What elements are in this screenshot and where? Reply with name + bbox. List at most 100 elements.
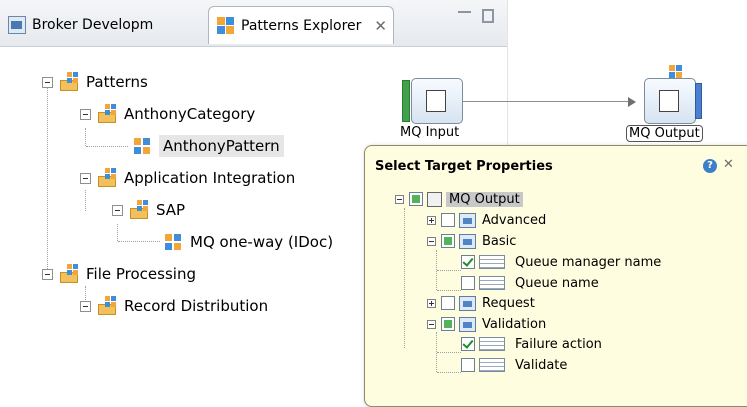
pattern-icon: [134, 137, 151, 155]
collapse-icon[interactable]: [427, 319, 436, 329]
property-validate[interactable]: Validate: [461, 355, 567, 375]
property-group-icon: [459, 233, 476, 249]
pattern-folder-icon: [130, 200, 150, 220]
tree-line: [85, 128, 86, 146]
mq-output-terminal-bar: [695, 83, 702, 119]
tab-patterns-explorer-label: Patterns Explorer: [241, 17, 362, 34]
tab-broker-development-label: Broker Developm: [32, 17, 154, 33]
tree-line: [437, 290, 461, 291]
property-advanced[interactable]: Advanced: [427, 210, 546, 230]
tree-item-patterns[interactable]: Patterns: [42, 70, 148, 94]
tree-item-sap[interactable]: SAP: [112, 198, 185, 222]
tree-line: [85, 190, 86, 211]
collapse-icon[interactable]: [427, 236, 436, 246]
help-icon[interactable]: ?: [703, 159, 717, 173]
property-label: Queue name: [515, 275, 599, 291]
property-checkbox[interactable]: [441, 296, 455, 310]
pattern-folder-icon: [98, 168, 118, 188]
mq-node-icon: [427, 191, 442, 207]
property-checkbox[interactable]: [461, 276, 475, 290]
collapse-icon[interactable]: [80, 108, 91, 120]
tree-line: [118, 241, 160, 242]
property-checkbox[interactable]: [461, 337, 475, 351]
property-checkbox[interactable]: [461, 255, 475, 269]
property-mq-output[interactable]: MQ Output: [395, 189, 523, 209]
tree-item-label: Record Distribution: [124, 297, 269, 315]
tree-item-label: Patterns: [86, 73, 148, 91]
tree-line: [404, 208, 405, 348]
maximize-icon[interactable]: [482, 9, 494, 23]
tree-item-anthonypattern[interactable]: AnthonyPattern: [134, 134, 284, 158]
close-icon[interactable]: ✕: [374, 17, 387, 35]
property-label: Validation: [482, 316, 547, 332]
pattern-marker-icon: [669, 65, 675, 71]
tree-item-record-distribution[interactable]: Record Distribution: [80, 294, 268, 315]
property-basic[interactable]: Basic: [427, 231, 516, 251]
tab-bar: Broker Developm Patterns Explorer ✕: [0, 0, 507, 47]
tree-item-application-integration[interactable]: Application Integration: [80, 166, 295, 190]
property-label: Validate: [515, 357, 568, 373]
patterns-icon: [217, 16, 235, 35]
mq-output-label: MQ Output: [626, 125, 703, 142]
collapse-icon[interactable]: [80, 172, 91, 184]
tab-patterns-explorer[interactable]: Patterns Explorer ✕: [208, 6, 394, 44]
property-group-icon: [459, 316, 476, 332]
tree-line: [437, 270, 461, 271]
property-group-icon: [459, 295, 476, 311]
property-field-icon: [479, 276, 505, 290]
property-field-icon: [479, 337, 505, 351]
mq-input-node[interactable]: [411, 78, 463, 124]
tree-line: [437, 352, 461, 353]
property-checkbox[interactable]: [441, 234, 455, 248]
select-target-properties-popup: Select Target Properties ? ✕ MQ Output A…: [364, 145, 747, 407]
property-request[interactable]: Request: [427, 293, 535, 313]
node-connection[interactable]: [463, 101, 633, 102]
tree-item-label: Application Integration: [124, 169, 296, 187]
property-label: Basic: [482, 233, 517, 249]
tree-item-mq-one-way-idoc[interactable]: MQ one-way (IDoc): [165, 230, 333, 254]
collapse-icon[interactable]: [42, 76, 53, 88]
expand-icon[interactable]: [427, 298, 436, 308]
popup-title: Select Target Properties: [375, 159, 553, 174]
property-checkbox[interactable]: [409, 192, 423, 206]
mq-input-label: MQ Input: [400, 125, 460, 140]
collapse-icon[interactable]: [80, 300, 91, 312]
broker-icon: [8, 16, 26, 34]
mq-input-terminal-bar: [402, 80, 410, 122]
property-checkbox[interactable]: [441, 213, 455, 227]
tab-broker-development[interactable]: Broker Developm: [0, 6, 200, 44]
close-icon[interactable]: ✕: [723, 157, 734, 172]
minimize-icon[interactable]: [458, 8, 471, 13]
mq-output-node[interactable]: [644, 78, 696, 124]
collapse-icon[interactable]: [395, 194, 404, 204]
pattern-folder-icon: [60, 72, 80, 92]
message-document-icon: [421, 86, 446, 112]
pattern-folder-icon: [98, 296, 118, 315]
tree-item-file-processing[interactable]: File Processing: [42, 262, 196, 286]
property-checkbox[interactable]: [441, 317, 455, 331]
property-field-icon: [479, 358, 505, 372]
expand-icon[interactable]: [427, 215, 436, 225]
property-failure-action[interactable]: Failure action: [461, 334, 602, 354]
tree-line: [117, 224, 118, 241]
property-queue-name[interactable]: Queue name: [461, 273, 599, 293]
property-checkbox[interactable]: [461, 358, 475, 372]
property-label: MQ Output: [446, 191, 523, 207]
collapse-icon[interactable]: [112, 204, 123, 216]
pattern-icon: [165, 233, 182, 251]
property-validation[interactable]: Validation: [427, 314, 546, 334]
property-label: Advanced: [482, 212, 547, 228]
property-label: Request: [482, 295, 535, 311]
tree-item-label: MQ one-way (IDoc): [190, 233, 334, 251]
tree-item-anthonycategory[interactable]: AnthonyCategory: [80, 102, 255, 126]
tree-item-label: SAP: [156, 201, 186, 219]
property-label: Queue manager name: [515, 254, 662, 270]
connection-arrow-icon: [628, 97, 636, 107]
tree-item-label: File Processing: [86, 265, 196, 283]
property-queue-manager-name[interactable]: Queue manager name: [461, 252, 661, 272]
pattern-folder-icon: [98, 104, 118, 124]
property-label: Failure action: [515, 336, 602, 352]
tree-line: [437, 372, 461, 373]
message-document-icon: [654, 86, 679, 112]
collapse-icon[interactable]: [42, 268, 53, 280]
